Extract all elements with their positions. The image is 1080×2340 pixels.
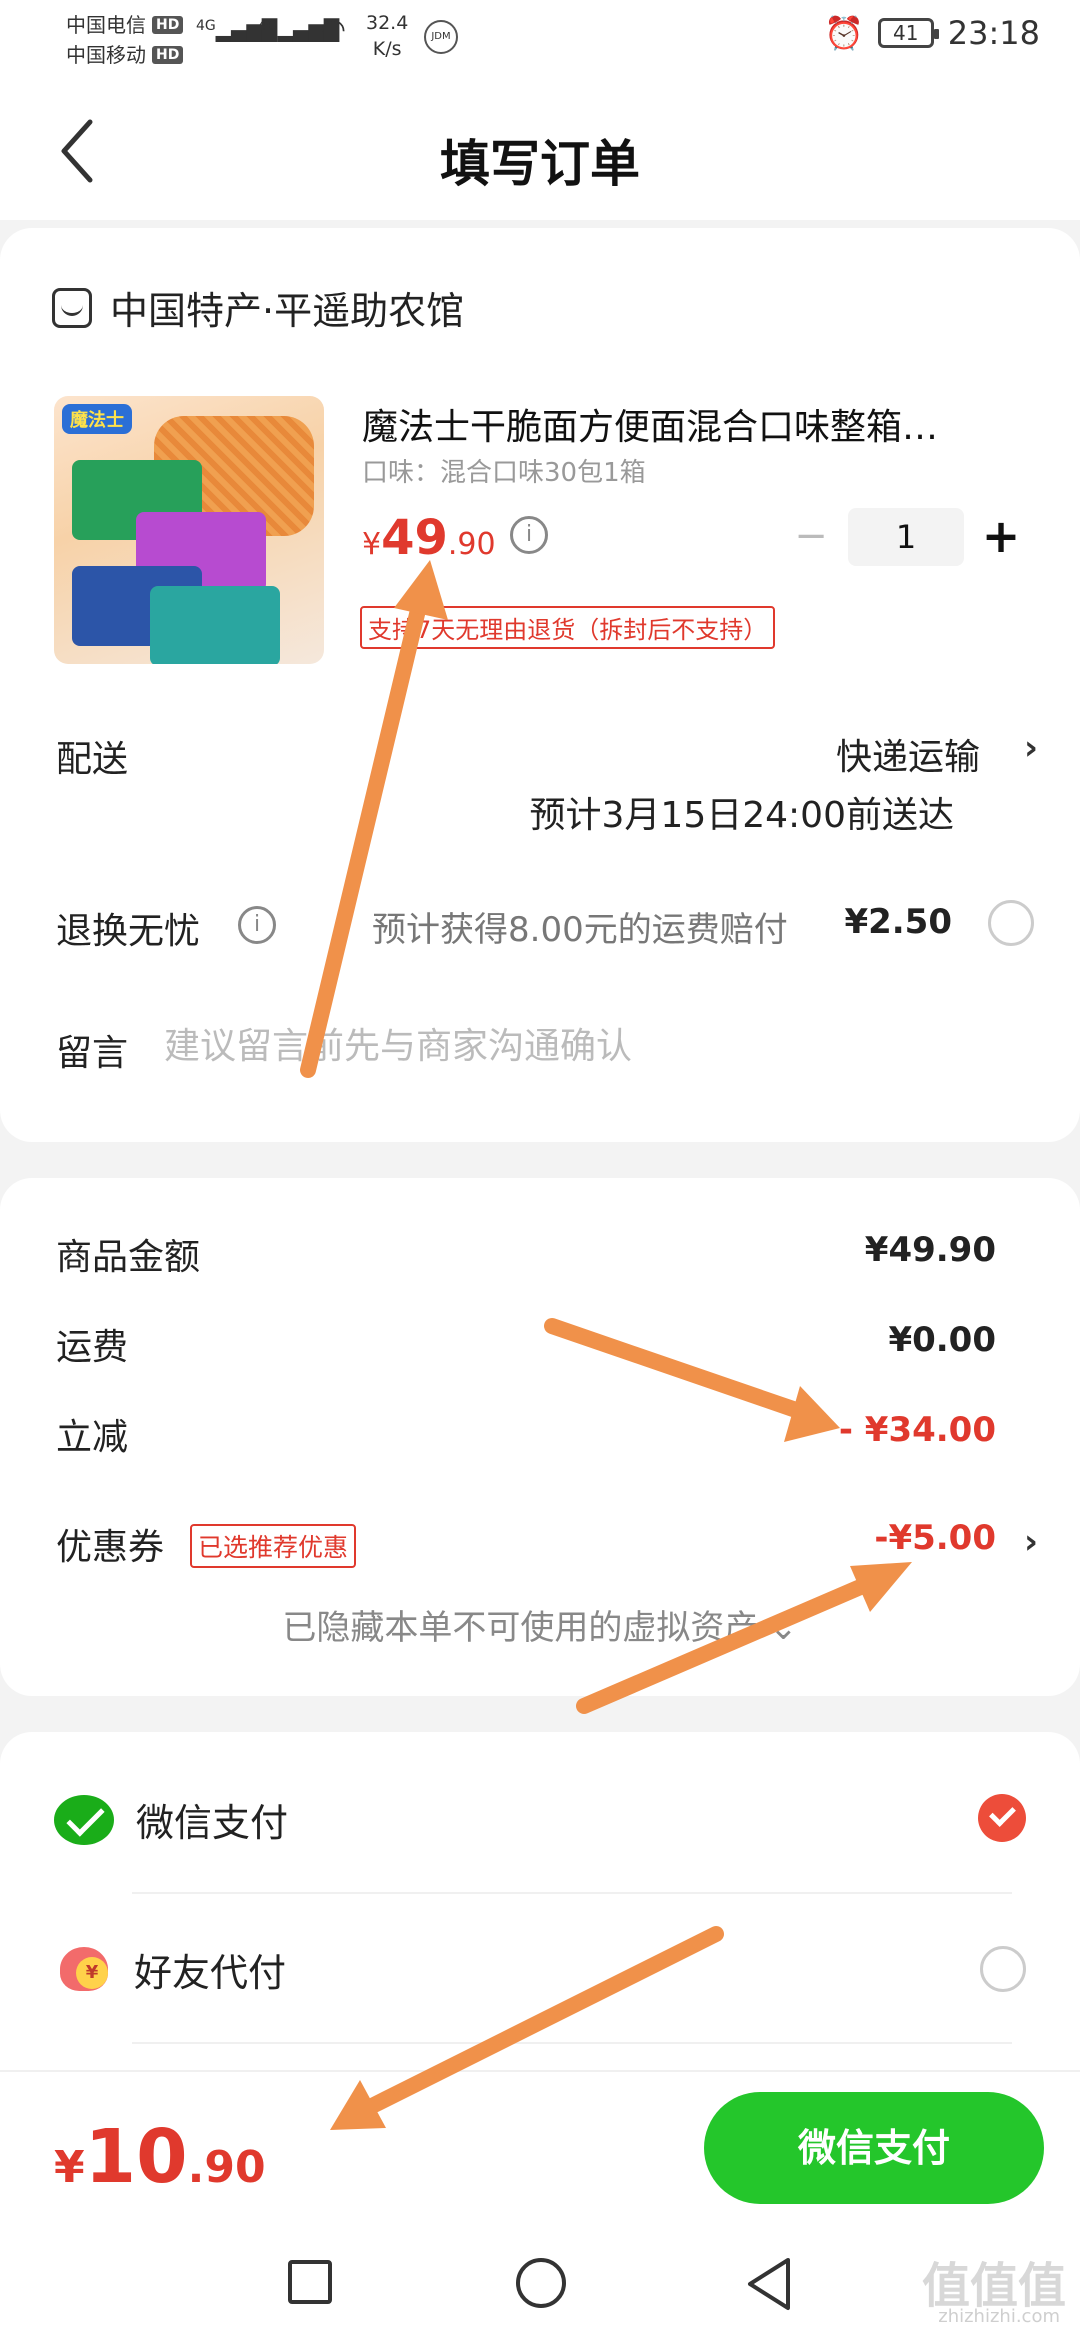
- goods-amount-value: ¥49.90: [864, 1230, 996, 1270]
- product-price: ¥49.90: [362, 510, 496, 566]
- coupon-label: 优惠券: [56, 1527, 165, 1568]
- chevron-right-icon[interactable]: ›: [1024, 1522, 1038, 1562]
- brand-logo: 魔法士: [62, 404, 132, 434]
- product-image[interactable]: 魔法士: [54, 396, 324, 664]
- info-icon[interactable]: i: [510, 516, 548, 554]
- page-title: 填写订单: [440, 135, 640, 193]
- price-integer: 49: [381, 510, 448, 566]
- wechat-pay-button[interactable]: 微信支付: [704, 2092, 1044, 2204]
- shop-row[interactable]: 中国特产·平遥助农馆: [52, 280, 464, 335]
- status-bar: 中国电信 HD 中国移动 HD 4G▂▄▆█ 4G▂▄▆█ ◠ 32.4 K/s J…: [0, 0, 1080, 80]
- network-speed: 32.4 K/s: [366, 10, 408, 62]
- friend-pay-icon: ¥: [54, 1943, 112, 1997]
- worry-free-price: ¥2.50: [844, 902, 952, 942]
- recents-button[interactable]: [288, 2260, 332, 2304]
- total-integer: 10: [84, 2114, 188, 2200]
- alarm-icon: ⏰: [823, 14, 864, 52]
- worry-free-radio[interactable]: [988, 900, 1034, 946]
- store-icon: [52, 287, 92, 328]
- system-nav-bar: 值值值 zhizhizhi.com: [0, 2220, 1080, 2340]
- worry-free-text: 预计获得8.00元的运费赔付: [372, 910, 788, 950]
- package-graphic: [150, 586, 280, 664]
- carrier-info: 中国电信 HD 中国移动 HD: [66, 10, 184, 70]
- divider: [132, 2042, 1012, 2044]
- discount-value: - ¥34.00: [838, 1410, 996, 1450]
- coupon-tag: 已选推荐优惠: [190, 1524, 357, 1568]
- product-name[interactable]: 魔法士干脆面方便面混合口味整箱…: [362, 398, 1002, 450]
- wechat-pay-icon: [54, 1794, 114, 1845]
- watermark-url: zhizhizhi.com: [938, 2306, 1060, 2327]
- quantity-value[interactable]: 1: [848, 508, 964, 566]
- hd-badge: HD: [152, 46, 184, 64]
- info-icon[interactable]: i: [238, 906, 276, 944]
- friend-pay-label: 好友代付: [134, 1951, 287, 1995]
- goods-amount-label: 商品金额: [56, 1237, 201, 1278]
- hidden-assets-note[interactable]: 已隐藏本单不可使用的虚拟资产 ⌄: [0, 1600, 1080, 1649]
- clock: 23:18: [947, 14, 1040, 52]
- jdm-icon: JDM: [424, 20, 458, 54]
- quantity-stepper: − 1 +: [786, 508, 1026, 566]
- friend-pay-radio[interactable]: [980, 1946, 1026, 1992]
- hd-badge: HD: [152, 16, 184, 34]
- header: 填写订单: [0, 80, 1080, 220]
- message-input[interactable]: [164, 1018, 1004, 1074]
- price-summary-card: 商品金额 ¥49.90 运费 ¥0.00 立减 - ¥34.00 优惠券 已选推…: [0, 1178, 1080, 1696]
- divider: [132, 1892, 1012, 1894]
- carrier-1: 中国电信: [66, 13, 146, 37]
- price-symbol: ¥: [362, 527, 382, 562]
- yen-coin: ¥: [76, 1956, 108, 1989]
- checkout-bar: ¥10.90 微信支付: [0, 2070, 1080, 2220]
- delivery-eta: 预计3月15日24:00前送达: [529, 795, 954, 836]
- chevron-right-icon[interactable]: ›: [1024, 728, 1038, 768]
- wechat-pay-label: 微信支付: [136, 1801, 289, 1845]
- network-type: 4G: [258, 18, 278, 34]
- shop-name: 中国特产·平遥助农馆: [110, 289, 465, 333]
- speed-value: 32.4: [366, 12, 409, 34]
- status-right: ⏰ 41 23:18: [824, 14, 1040, 52]
- battery-icon: 41: [877, 18, 939, 48]
- delivery-label: 配送: [56, 739, 129, 780]
- total-decimal: .90: [187, 2142, 266, 2193]
- worry-free-label: 退换无忧: [56, 911, 201, 952]
- return-policy-badge: 支持7天无理由退货（拆封后不支持）: [360, 606, 776, 649]
- increase-button[interactable]: +: [976, 512, 1026, 562]
- total-symbol: ¥: [54, 2142, 85, 2193]
- friend-pay-option[interactable]: ¥ 好友代付: [54, 1942, 286, 1997]
- wechat-pay-option[interactable]: 微信支付: [54, 1792, 288, 1847]
- nav-back-button[interactable]: [744, 2256, 794, 2312]
- wifi-icon: ◠: [320, 12, 347, 47]
- speed-unit: K/s: [372, 38, 402, 60]
- home-button[interactable]: [516, 2258, 566, 2308]
- message-label: 留言: [56, 1033, 129, 1074]
- network-type: 4G: [196, 18, 216, 34]
- coupon-value[interactable]: -¥5.00: [874, 1518, 996, 1558]
- carrier-2: 中国移动: [66, 43, 146, 67]
- total-amount: ¥10.90: [54, 2114, 266, 2200]
- delivery-method[interactable]: 快递运输: [836, 728, 980, 780]
- discount-label: 立减: [56, 1417, 129, 1458]
- product-spec[interactable]: 口味：混合口味30包1箱: [362, 452, 646, 489]
- shipping-label: 运费: [56, 1327, 129, 1368]
- shipping-value: ¥0.00: [888, 1320, 996, 1360]
- wechat-pay-check[interactable]: [978, 1794, 1026, 1842]
- price-decimal: .90: [447, 527, 496, 562]
- decrease-button[interactable]: −: [786, 512, 836, 562]
- order-item-card: 中国特产·平遥助农馆 魔法士 魔法士干脆面方便面混合口味整箱… 口味：混合口味3…: [0, 228, 1080, 1142]
